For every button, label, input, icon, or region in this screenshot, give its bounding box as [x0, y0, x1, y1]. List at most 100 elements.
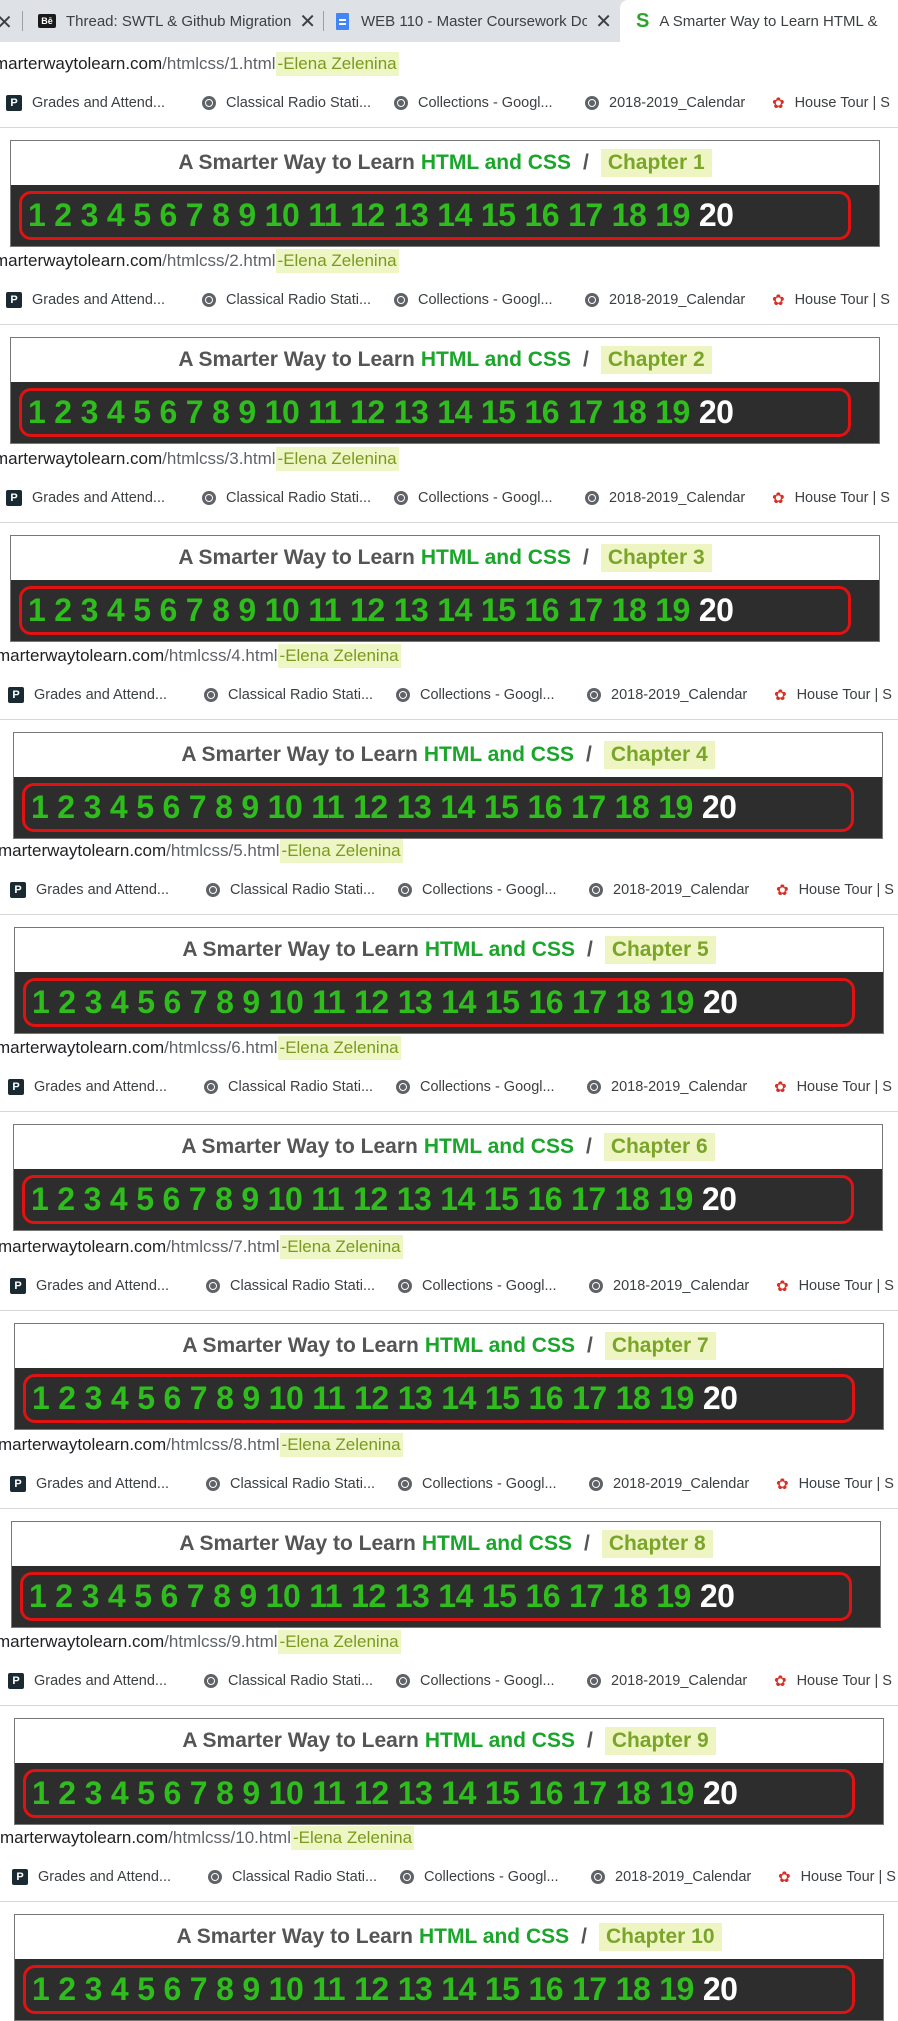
chapter-link-20[interactable]: 20 — [699, 197, 734, 234]
bookmark-item[interactable]: 2018-2019_Calendar — [591, 1852, 751, 1902]
bookmark-item[interactable]: ✿ House Tour | S — [772, 78, 890, 128]
bookmark-item[interactable]: Collections - Googl... — [400, 1852, 559, 1902]
chapter-link-15[interactable]: 15 — [484, 789, 519, 826]
chapter-link-13[interactable]: 13 — [394, 592, 429, 629]
bookmark-item[interactable]: 2018-2019_Calendar — [589, 1459, 749, 1509]
bookmark-item[interactable]: P Grades and Attend... — [6, 473, 165, 523]
chapter-link-20[interactable]: 20 — [700, 1578, 735, 1615]
chapter-link-3[interactable]: 3 — [85, 1971, 103, 2008]
bookmark-item[interactable]: Classical Radio Stati... — [202, 473, 371, 523]
chapter-link-12[interactable]: 12 — [353, 789, 388, 826]
chapter-link-14[interactable]: 14 — [437, 394, 472, 431]
bookmark-item[interactable]: Classical Radio Stati... — [202, 78, 371, 128]
chapter-link-19[interactable]: 19 — [659, 1775, 694, 1812]
chapter-link-14[interactable]: 14 — [441, 1380, 476, 1417]
chapter-link-8[interactable]: 8 — [215, 789, 233, 826]
chapter-link-11[interactable]: 11 — [308, 394, 341, 431]
tab-web110[interactable]: WEB 110 - Master Coursework Do ✕ — [336, 0, 616, 42]
chapter-link-6[interactable]: 6 — [163, 1775, 181, 1812]
bookmark-item[interactable]: P Grades and Attend... — [10, 1459, 169, 1509]
chapter-link-13[interactable]: 13 — [397, 789, 432, 826]
chapter-link-10[interactable]: 10 — [268, 789, 303, 826]
chapter-link-6[interactable]: 6 — [159, 592, 177, 629]
chapter-link-9[interactable]: 9 — [239, 1578, 257, 1615]
chapter-link-5[interactable]: 5 — [137, 1971, 155, 2008]
bookmark-item[interactable]: Collections - Googl... — [396, 1062, 555, 1112]
chapter-link-6[interactable]: 6 — [159, 394, 177, 431]
chapter-link-13[interactable]: 13 — [394, 394, 429, 431]
chapter-link-2[interactable]: 2 — [58, 1971, 76, 2008]
address-bar[interactable]: marterwaytolearn.com/htmlcss/2.html -Elen… — [0, 247, 892, 275]
chapter-link-5[interactable]: 5 — [136, 789, 154, 826]
chapter-link-15[interactable]: 15 — [485, 1775, 520, 1812]
bookmark-item[interactable]: Collections - Googl... — [394, 473, 553, 523]
chapter-link-7[interactable]: 7 — [190, 1971, 208, 2008]
chapter-link-4[interactable]: 4 — [110, 1181, 128, 1218]
chapter-link-8[interactable]: 8 — [216, 1775, 234, 1812]
chapter-link-9[interactable]: 9 — [238, 592, 256, 629]
chapter-link-7[interactable]: 7 — [189, 789, 207, 826]
chapter-link-7[interactable]: 7 — [189, 1181, 207, 1218]
chapter-link-3[interactable]: 3 — [85, 1775, 103, 1812]
chapter-link-13[interactable]: 13 — [394, 197, 429, 234]
bookmark-item[interactable]: Collections - Googl... — [398, 1261, 557, 1311]
chapter-link-5[interactable]: 5 — [137, 1380, 155, 1417]
chapter-link-10[interactable]: 10 — [269, 1775, 304, 1812]
chapter-link-19[interactable]: 19 — [656, 1578, 691, 1615]
chapter-link-2[interactable]: 2 — [58, 984, 76, 1021]
chapter-link-11[interactable]: 11 — [311, 789, 344, 826]
chapter-link-4[interactable]: 4 — [111, 1380, 129, 1417]
chapter-link-10[interactable]: 10 — [265, 197, 300, 234]
chapter-link-17[interactable]: 17 — [572, 984, 607, 1021]
chapter-link-10[interactable]: 10 — [265, 394, 300, 431]
chapter-link-16[interactable]: 16 — [524, 197, 559, 234]
chapter-link-2[interactable]: 2 — [58, 1775, 76, 1812]
chapter-link-20[interactable]: 20 — [702, 789, 737, 826]
chapter-link-8[interactable]: 8 — [213, 1578, 231, 1615]
chapter-link-3[interactable]: 3 — [82, 1578, 100, 1615]
chapter-link-6[interactable]: 6 — [163, 984, 181, 1021]
address-bar[interactable]: marterwaytolearn.com/htmlcss/10.html -Ele… — [0, 1824, 898, 1852]
chapter-link-18[interactable]: 18 — [613, 1578, 648, 1615]
bookmark-item[interactable]: Collections - Googl... — [394, 275, 553, 325]
bookmark-item[interactable]: ✿ House Tour | S — [774, 1062, 892, 1112]
chapter-link-6[interactable]: 6 — [163, 1971, 181, 2008]
chapter-link-19[interactable]: 19 — [655, 394, 690, 431]
chapter-link-16[interactable]: 16 — [527, 789, 562, 826]
chapter-link-15[interactable]: 15 — [485, 984, 520, 1021]
chapter-link-12[interactable]: 12 — [351, 1578, 386, 1615]
bookmark-item[interactable]: Collections - Googl... — [396, 670, 555, 720]
chapter-link-15[interactable]: 15 — [481, 197, 516, 234]
chapter-link-3[interactable]: 3 — [85, 984, 103, 1021]
bookmark-item[interactable]: Collections - Googl... — [394, 78, 553, 128]
chapter-link-14[interactable]: 14 — [441, 984, 476, 1021]
bookmark-item[interactable]: ✿ House Tour | S — [772, 275, 890, 325]
chapter-link-17[interactable]: 17 — [572, 1971, 607, 2008]
chapter-link-1[interactable]: 1 — [31, 1181, 49, 1218]
bookmark-item[interactable]: P Grades and Attend... — [6, 78, 165, 128]
chapter-link-9[interactable]: 9 — [242, 1971, 260, 2008]
chapter-link-4[interactable]: 4 — [107, 394, 125, 431]
chapter-link-19[interactable]: 19 — [659, 1380, 694, 1417]
bookmark-item[interactable]: 2018-2019_Calendar — [589, 865, 749, 915]
chapter-link-17[interactable]: 17 — [571, 1181, 606, 1218]
bookmark-item[interactable]: 2018-2019_Calendar — [587, 670, 747, 720]
chapter-link-9[interactable]: 9 — [241, 1181, 259, 1218]
chapter-link-13[interactable]: 13 — [398, 1971, 433, 2008]
chapter-link-4[interactable]: 4 — [108, 1578, 126, 1615]
chapter-link-9[interactable]: 9 — [238, 394, 256, 431]
close-icon[interactable]: ✕ — [595, 9, 612, 34]
chapter-link-7[interactable]: 7 — [190, 1380, 208, 1417]
chapter-link-9[interactable]: 9 — [238, 197, 256, 234]
chapter-link-2[interactable]: 2 — [54, 394, 72, 431]
chapter-link-8[interactable]: 8 — [216, 1380, 234, 1417]
chapter-link-1[interactable]: 1 — [32, 984, 50, 1021]
chapter-link-5[interactable]: 5 — [137, 1775, 155, 1812]
chapter-link-4[interactable]: 4 — [110, 789, 128, 826]
address-bar[interactable]: marterwaytolearn.com/htmlcss/3.html -Elen… — [0, 445, 892, 473]
bookmark-item[interactable]: ✿ House Tour | S — [774, 670, 892, 720]
address-bar[interactable]: marterwaytolearn.com/htmlcss/9.html -Elen… — [0, 1628, 894, 1656]
chapter-link-11[interactable]: 11 — [312, 1380, 345, 1417]
chapter-link-7[interactable]: 7 — [190, 984, 208, 1021]
chapter-link-18[interactable]: 18 — [616, 984, 651, 1021]
